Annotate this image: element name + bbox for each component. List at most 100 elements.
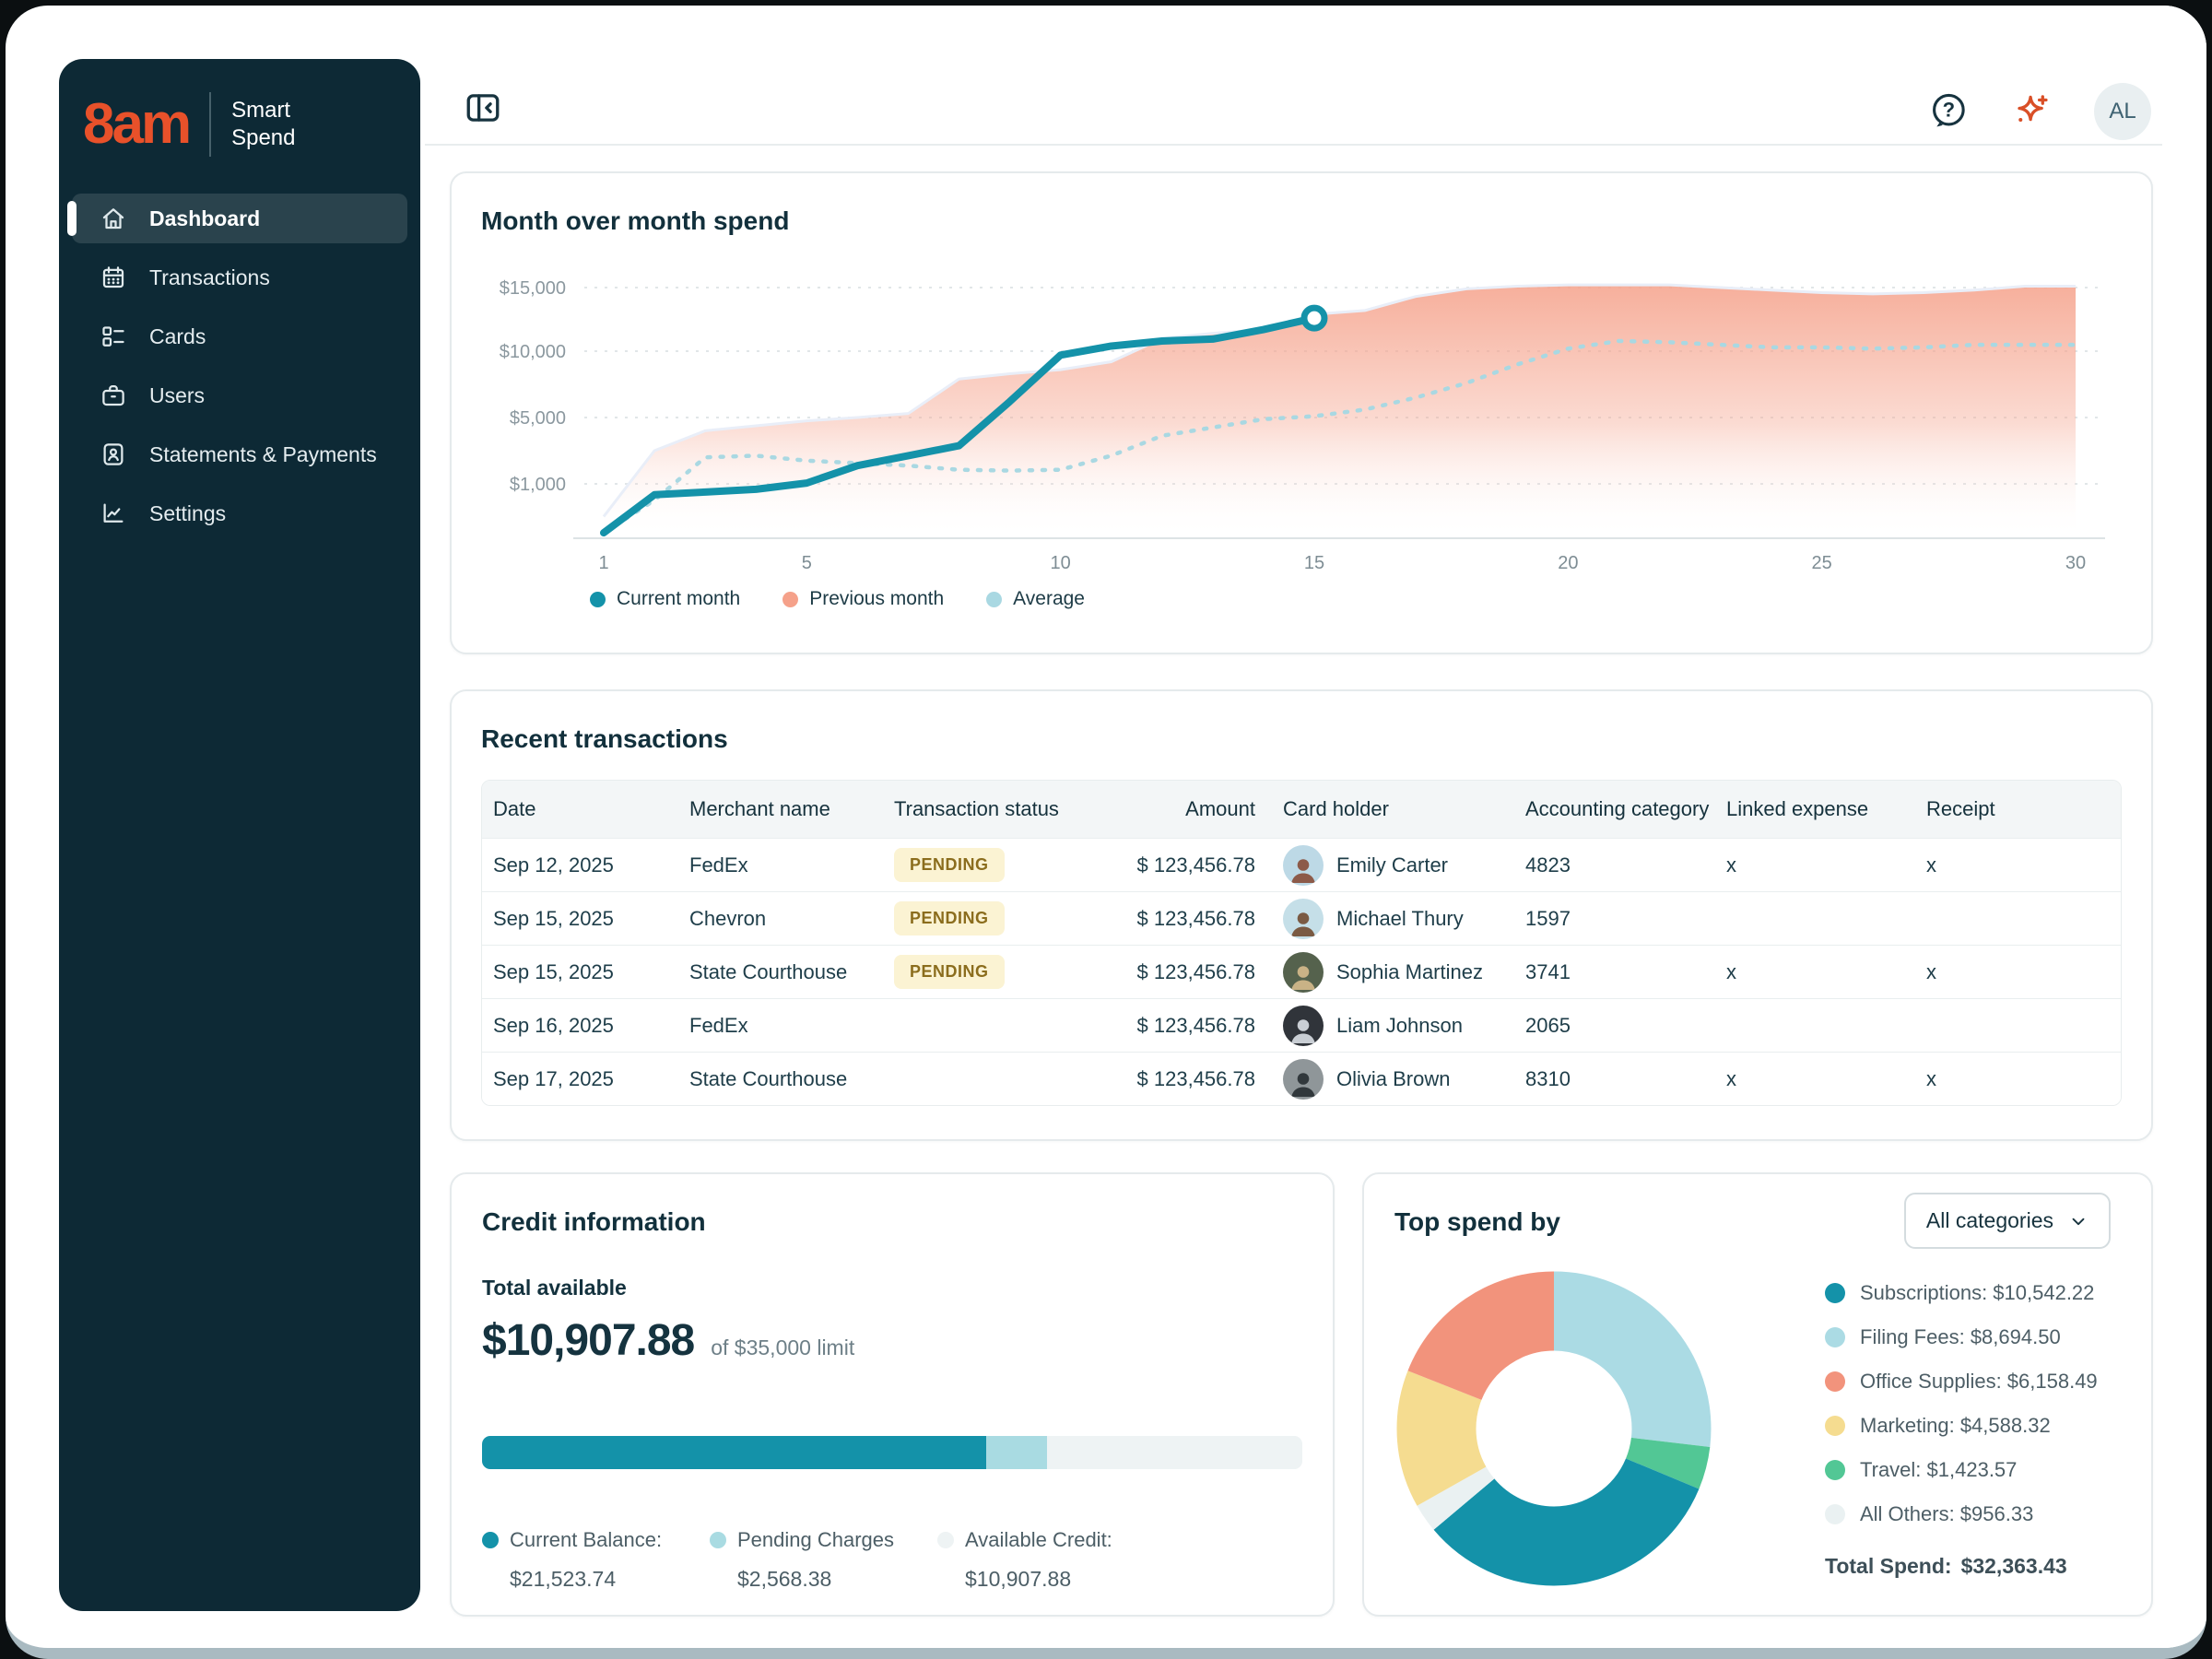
legend-dot — [710, 1532, 726, 1548]
sidebar-item-label: Users — [149, 383, 205, 408]
tx-linked: x — [1726, 1067, 1926, 1091]
spend-legend-label: Travel: $1,423.57 — [1860, 1458, 2017, 1482]
credit-legend-amount: $2,568.38 — [737, 1567, 937, 1592]
logo: 8am Smart Spend — [59, 59, 420, 157]
legend-dot — [482, 1532, 499, 1548]
tx-date: Sep 15, 2025 — [493, 960, 689, 984]
tx-amount: $ 123,456.78 — [1117, 1067, 1283, 1091]
tx-category: 4823 — [1525, 853, 1726, 877]
spend-legend-label: Subscriptions: $10,542.22 — [1860, 1281, 2094, 1305]
month-spend-chart: $15,000$10,000$5,000$1,000151015202530 — [481, 254, 2125, 579]
list-checks-icon — [100, 323, 127, 350]
credit-legend-label: Pending Charges — [737, 1528, 894, 1552]
spend-legend-item: Filing Fees: $8,694.50 — [1825, 1325, 2098, 1349]
sidebar-item-transactions[interactable]: Transactions — [72, 253, 407, 302]
sidebar-item-label: Transactions — [149, 265, 270, 290]
cardholder-name: Sophia Martinez — [1336, 960, 1483, 984]
sidebar-nav: Dashboard Transactions Cards Users — [59, 194, 420, 538]
sidebar-item-settings[interactable]: Settings — [72, 488, 407, 538]
legend-dot — [1825, 1371, 1845, 1392]
credit-info-title: Credit information — [482, 1207, 1302, 1237]
tx-category: 8310 — [1525, 1067, 1726, 1091]
table-row[interactable]: Sep 15, 2025 State Courthouse PENDING $ … — [482, 945, 2121, 998]
tx-receipt: x — [1926, 960, 2122, 984]
legend-item: Average — [986, 588, 1085, 610]
table-row[interactable]: Sep 17, 2025 State Courthouse $ 123,456.… — [482, 1052, 2121, 1105]
tx-amount: $ 123,456.78 — [1117, 907, 1283, 931]
category-filter-label: All categories — [1926, 1208, 2053, 1233]
topbar-divider — [425, 144, 2162, 146]
top-spend-card: Top spend by All categories Subscription… — [1362, 1172, 2153, 1617]
col-holder: Card holder — [1283, 797, 1525, 821]
legend-dot — [986, 592, 1002, 607]
tx-category: 2065 — [1525, 1014, 1726, 1038]
status-badge: PENDING — [894, 955, 1005, 989]
svg-text:$1,000: $1,000 — [510, 475, 566, 495]
month-spend-card: Month over month spend $15,000$10,000$5,… — [450, 171, 2153, 654]
sidebar: 8am Smart Spend Dashboard Transactions — [59, 59, 420, 1611]
sidebar-item-label: Statements & Payments — [149, 442, 377, 467]
calendar-icon — [100, 264, 127, 291]
sidebar-item-statements[interactable]: Statements & Payments — [72, 429, 407, 479]
spend-legend-item: Subscriptions: $10,542.22 — [1825, 1281, 2098, 1305]
tx-linked: x — [1726, 853, 1926, 877]
sidebar-item-dashboard[interactable]: Dashboard — [72, 194, 407, 243]
cardholder-avatar — [1283, 899, 1324, 939]
credit-legend-item: Available Credit:$10,907.88 — [937, 1528, 1112, 1592]
tx-amount: $ 123,456.78 — [1117, 853, 1283, 877]
total-spend-label: Total Spend: — [1825, 1554, 1952, 1579]
credit-bar-segment — [482, 1436, 986, 1469]
spend-legend-label: All Others: $956.33 — [1860, 1502, 2033, 1526]
chevron-down-icon — [2068, 1211, 2088, 1231]
tx-date: Sep 17, 2025 — [493, 1067, 689, 1091]
ai-sparkle-icon[interactable] — [2011, 91, 2052, 132]
tx-merchant: State Courthouse — [689, 960, 894, 984]
tx-receipt: x — [1926, 853, 2122, 877]
credit-legend-label: Available Credit: — [965, 1528, 1112, 1552]
svg-text:25: 25 — [1812, 553, 1832, 573]
table-row[interactable]: Sep 12, 2025 FedEx PENDING $ 123,456.78 … — [482, 838, 2121, 891]
status-badge: PENDING — [894, 901, 1005, 935]
sidebar-item-users[interactable]: Users — [72, 371, 407, 420]
topbar-actions: ? AL — [1928, 83, 2151, 140]
spend-legend-label: Filing Fees: $8,694.50 — [1860, 1325, 2061, 1349]
legend-dot — [1825, 1416, 1845, 1436]
user-avatar[interactable]: AL — [2094, 83, 2151, 140]
tx-date: Sep 15, 2025 — [493, 907, 689, 931]
legend-label: Average — [1013, 588, 1085, 610]
svg-text:$15,000: $15,000 — [500, 278, 566, 299]
col-receipt: Receipt — [1926, 797, 2122, 821]
product-name: Smart Spend — [231, 97, 295, 152]
spend-legend-label: Office Supplies: $6,158.49 — [1860, 1370, 2098, 1394]
sidebar-item-label: Dashboard — [149, 206, 260, 231]
cardholder-name: Liam Johnson — [1336, 1014, 1463, 1038]
tx-merchant: FedEx — [689, 1014, 894, 1038]
spend-legend-item: Office Supplies: $6,158.49 — [1825, 1370, 2098, 1394]
chart-line-icon — [100, 500, 127, 527]
category-filter-dropdown[interactable]: All categories — [1904, 1193, 2111, 1249]
table-row[interactable]: Sep 15, 2025 Chevron PENDING $ 123,456.7… — [482, 891, 2121, 945]
help-icon[interactable]: ? — [1928, 91, 1969, 132]
table-row[interactable]: Sep 16, 2025 FedEx $ 123,456.78 Liam Joh… — [482, 998, 2121, 1052]
legend-dot — [937, 1532, 954, 1548]
sidebar-collapse-button[interactable] — [464, 88, 502, 127]
svg-text:$10,000: $10,000 — [500, 342, 566, 362]
transactions-card: Recent transactions Date Merchant name T… — [450, 689, 2153, 1141]
total-spend-line: Total Spend: $32,363.43 — [1825, 1554, 2098, 1579]
tx-merchant: State Courthouse — [689, 1067, 894, 1091]
sidebar-item-label: Cards — [149, 324, 206, 349]
tx-amount: $ 123,456.78 — [1117, 1014, 1283, 1038]
total-spend-value: $32,363.43 — [1961, 1554, 2067, 1579]
sidebar-item-cards[interactable]: Cards — [72, 312, 407, 361]
tx-linked: x — [1726, 960, 1926, 984]
tx-holder: Olivia Brown — [1283, 1059, 1525, 1100]
transactions-title: Recent transactions — [481, 724, 2122, 754]
svg-text:20: 20 — [1558, 553, 1578, 573]
tx-holder: Michael Thury — [1283, 899, 1525, 939]
cardholder-avatar — [1283, 1059, 1324, 1100]
tx-holder: Sophia Martinez — [1283, 952, 1525, 993]
logo-8am: 8am — [83, 96, 189, 153]
credit-bar-segment — [986, 1436, 1046, 1469]
credit-limit-note: of $35,000 limit — [711, 1335, 854, 1360]
spend-legend-item: All Others: $956.33 — [1825, 1502, 2098, 1526]
